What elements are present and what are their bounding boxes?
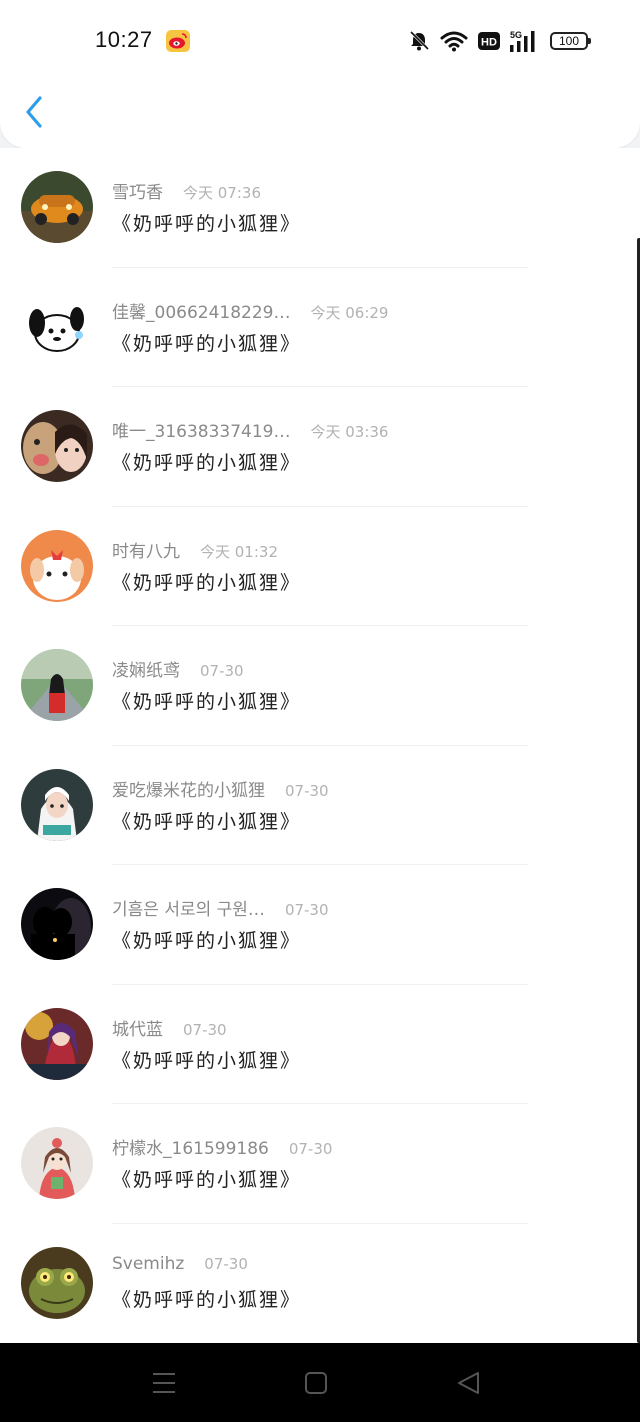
mute-bell-icon [408, 30, 430, 52]
user-name: 기흠은 서로의 구원… [112, 900, 265, 920]
home-button[interactable] [302, 1369, 330, 1397]
top-header: 10:27 HD 5G 100 [0, 0, 640, 148]
back-triangle-icon [458, 1372, 479, 1394]
svg-text:5G: 5G [510, 30, 522, 40]
home-square-icon [305, 1372, 327, 1394]
svg-text:HD: HD [481, 37, 497, 49]
item-message: 《奶呼呼的小狐狸》 [112, 571, 302, 594]
list-item[interactable]: 佳馨_00662418229… 今天 06:29 《奶呼呼的小狐狸》 [0, 268, 640, 387]
item-date: 07-30 [284, 901, 329, 919]
item-date: 07-30 [204, 1254, 248, 1273]
list-item[interactable]: 柠檬水_161599186 07-30 《奶呼呼的小狐狸》 [0, 1104, 640, 1224]
user-name: 时有八九 [112, 541, 180, 562]
item-message: 《奶呼呼的小狐狸》 [112, 213, 302, 235]
avatar[interactable] [21, 888, 93, 960]
list-item[interactable]: 기흠은 서로의 구원… 07-30 《奶呼呼的小狐狸》 [0, 865, 640, 985]
system-nav-bar [0, 1343, 640, 1422]
item-message: 《奶呼呼的小狐狸》 [112, 930, 302, 952]
hd-icon: HD [478, 32, 500, 50]
item-date: 07-30 [200, 662, 244, 680]
item-date: 今天 06:29 [310, 303, 389, 322]
signal-icon: 5G [510, 30, 540, 52]
avatar[interactable] [21, 171, 93, 243]
list-item[interactable]: 城代蓝 07-30 《奶呼呼的小狐狸》 [0, 985, 640, 1104]
back-nav-button[interactable] [455, 1369, 483, 1397]
user-name: 城代蓝 [112, 1019, 163, 1040]
item-message: 《奶呼呼的小狐狸》 [112, 452, 302, 474]
menu-button[interactable] [150, 1369, 178, 1397]
user-list: 雪巧香 今天 07:36 《奶呼呼的小狐狸》 佳馨_00662418229… 今天 … [0, 148, 640, 1343]
item-date: 07-30 [183, 1020, 227, 1039]
user-name: 柠檬水_161599186 [112, 1139, 269, 1159]
menu-icon [153, 1373, 175, 1393]
item-message: 《奶呼呼的小狐狸》 [112, 810, 302, 833]
user-name: 凌娴纸鸢 [112, 661, 180, 681]
chevron-left-icon [26, 96, 42, 128]
item-date: 07-30 [288, 1140, 333, 1158]
back-button[interactable] [20, 92, 54, 132]
list-item[interactable]: 凌娴纸鸢 07-30 《奶呼呼的小狐狸》 [0, 626, 640, 746]
status-time: 10:27 [95, 27, 153, 52]
avatar[interactable] [21, 529, 93, 602]
user-name: 唯一_31638337419… [112, 422, 291, 442]
list-item[interactable]: 雪巧香 今天 07:36 《奶呼呼的小狐狸》 [0, 148, 640, 268]
list-item[interactable]: 时有八九 今天 01:32 《奶呼呼的小狐狸》 [0, 507, 640, 626]
avatar[interactable] [21, 1246, 93, 1319]
item-message: 《奶呼呼的小狐狸》 [112, 332, 302, 355]
status-bar: 10:27 HD 5G 100 [0, 0, 640, 82]
item-date: 今天 01:32 [200, 542, 278, 561]
avatar[interactable] [21, 1007, 93, 1080]
item-message: 《奶呼呼的小狐狸》 [112, 1169, 302, 1191]
item-message: 《奶呼呼的小狐狸》 [112, 691, 302, 713]
item-date: 今天 07:36 [183, 184, 261, 202]
avatar[interactable] [21, 649, 93, 721]
item-message: 《奶呼呼的小狐狸》 [112, 1049, 302, 1072]
avatar[interactable] [21, 768, 93, 841]
list-item[interactable]: 爱吃爆米花的小狐狸 07-30 《奶呼呼的小狐狸》 [0, 746, 640, 865]
avatar[interactable] [21, 410, 93, 482]
item-date: 今天 03:36 [310, 423, 389, 441]
list-item[interactable]: Svemihz 07-30 《奶呼呼的小狐狸》 [0, 1224, 640, 1344]
weibo-icon [166, 30, 190, 52]
list-item[interactable]: 唯一_31638337419… 今天 03:36 《奶呼呼的小狐狸》 [0, 387, 640, 507]
user-name: Svemihz [112, 1253, 185, 1274]
user-name: 雪巧香 [112, 183, 163, 203]
user-name: 佳馨_00662418229… [112, 302, 291, 323]
avatar[interactable] [21, 290, 93, 363]
item-message: 《奶呼呼的小狐狸》 [112, 1288, 302, 1311]
wifi-icon [440, 30, 468, 52]
user-name: 爱吃爆米花的小狐狸 [112, 780, 265, 801]
battery-icon: 100 [550, 32, 591, 50]
avatar[interactable] [21, 1127, 93, 1199]
item-date: 07-30 [285, 781, 329, 800]
